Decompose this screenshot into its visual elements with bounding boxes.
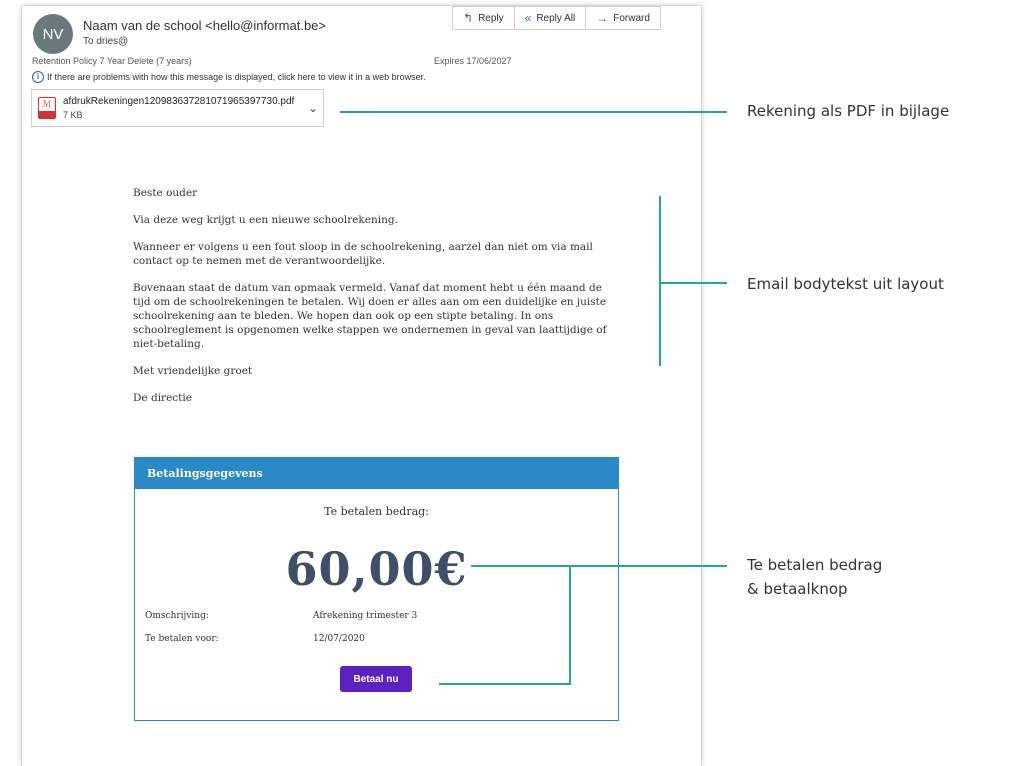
sender: Naam van de school <hello@informat.be> <box>83 18 327 33</box>
annotation-amount-2: & betaalknop <box>747 580 848 598</box>
recipient: To dries@ <box>83 36 129 47</box>
forward-button[interactable]: → Forward <box>585 7 660 29</box>
payment-box: Betalingsgegevens Te betalen bedrag: 60,… <box>134 457 619 721</box>
description-value: Afrekening trimester 3 <box>313 611 418 621</box>
signature: De directie <box>133 392 192 404</box>
description-label: Omschrijving: <box>145 611 209 621</box>
reply-label: Reply <box>478 12 504 24</box>
expires-date: Expires 17/06/2027 <box>434 56 512 66</box>
pdf-file-icon: ℳ <box>38 97 56 119</box>
amount-value: 60,00€ <box>285 542 468 596</box>
forward-label: Forward <box>613 12 650 24</box>
reply-icon: ↰ <box>463 11 474 25</box>
reply-all-icon: « <box>524 11 532 25</box>
attachment-name: afdrukRekeningen120983637281071965397730… <box>63 96 295 107</box>
email-body: Beste ouder Via deze weg krijgt u een ni… <box>133 186 613 418</box>
forward-icon: → <box>596 11 609 25</box>
retention-policy: Retention Policy 7 Year Delete (7 years) <box>32 56 192 66</box>
pay-now-button[interactable]: Betaal nu <box>340 666 412 692</box>
reply-all-label: Reply All <box>536 12 576 24</box>
reply-button[interactable]: ↰ Reply <box>453 7 514 29</box>
due-label: Te betalen voor: <box>145 634 219 644</box>
body-bracket-line <box>659 196 661 366</box>
button-connector-line <box>439 683 571 685</box>
annotation-attachment: Rekening als PDF in bijlage <box>747 102 950 120</box>
info-icon: i <box>32 71 44 83</box>
due-value: 12/07/2020 <box>313 634 365 644</box>
reply-all-button[interactable]: « Reply All <box>513 7 586 29</box>
attachment-connector-line <box>340 111 727 113</box>
chevron-down-icon[interactable]: ⌄ <box>308 101 318 115</box>
info-text: If there are problems with how this mess… <box>47 72 426 82</box>
body-connector-line <box>661 282 727 284</box>
payment-header: Betalingsgegevens <box>135 458 618 489</box>
closing: Met vriendelijke groet <box>133 365 253 377</box>
email-window: NV Naam van de school <hello@informat.be… <box>22 6 701 766</box>
attachment-card[interactable]: ℳ afdrukRekeningen1209836372810719653977… <box>31 89 324 127</box>
display-info-link[interactable]: i If there are problems with how this me… <box>32 71 426 83</box>
body-paragraph-1: Via deze weg krijgt u een nieuwe schoolr… <box>133 214 398 226</box>
greeting: Beste ouder <box>133 187 198 199</box>
attachment-size: 7 KB <box>63 110 83 120</box>
amount-label: Te betalen bedrag: <box>324 505 429 518</box>
body-paragraph-3: Bovenaan staat de datum van opmaak verme… <box>133 282 607 350</box>
button-vertical-line <box>569 565 571 685</box>
annotation-amount-1: Te betalen bedrag <box>747 556 883 574</box>
message-actions: ↰ Reply « Reply All → Forward <box>452 6 661 30</box>
body-paragraph-2: Wanneer er volgens u een fout sloop in d… <box>133 241 593 267</box>
annotation-body: Email bodytekst uit layout <box>747 275 944 293</box>
amount-connector-line <box>471 565 727 567</box>
avatar: NV <box>33 14 73 54</box>
